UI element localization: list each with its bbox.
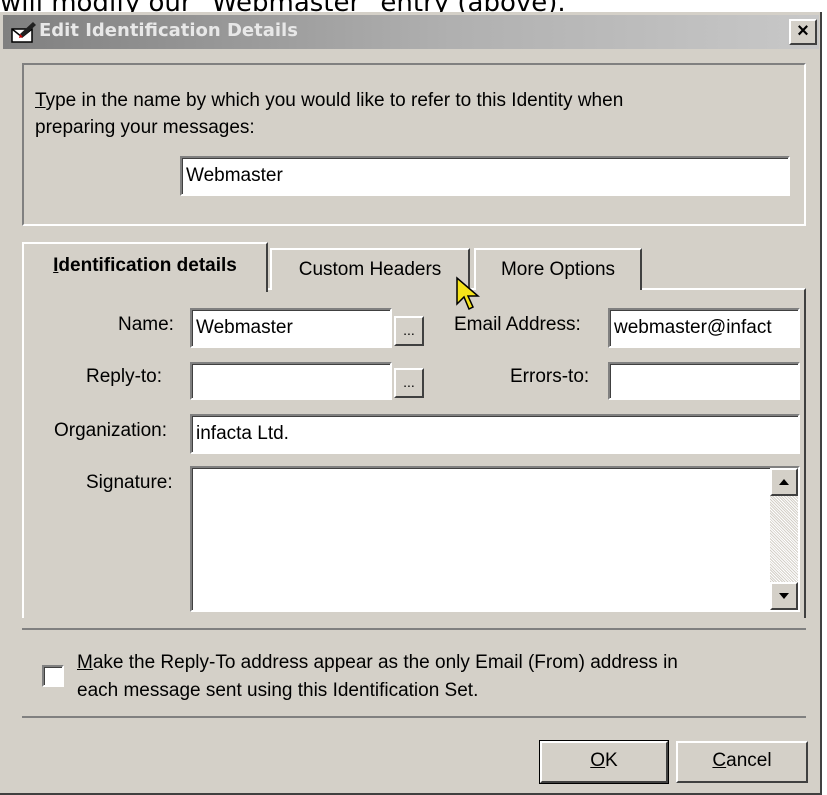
identity-prompt-line2: preparing your messages:: [35, 117, 255, 138]
ok-button[interactable]: OK: [539, 740, 669, 784]
replyto-input[interactable]: [190, 362, 392, 400]
email-input[interactable]: webmaster@infact: [608, 308, 800, 348]
arrow-up-icon: [779, 479, 789, 485]
signature-label: Signature:: [86, 472, 173, 493]
errorsto-input[interactable]: [608, 362, 800, 400]
replyto-label: Reply-to:: [86, 366, 163, 387]
errorsto-label: Errors-to:: [510, 366, 590, 387]
identity-prompt-line1: Type in the name by which you would like…: [35, 90, 624, 111]
close-button[interactable]: ×: [789, 19, 817, 45]
scroll-down-button[interactable]: [770, 582, 798, 610]
name-browse-button[interactable]: ...: [394, 316, 424, 346]
email-label: Email Address:: [454, 314, 581, 335]
identity-name-input[interactable]: Webmaster: [180, 156, 790, 196]
window-title: Edit Identification Details: [39, 20, 298, 41]
checkbox-label-line2[interactable]: each message sent using this Identificat…: [77, 680, 478, 702]
mouse-pointer-icon: [455, 276, 481, 312]
scroll-up-button[interactable]: [770, 468, 798, 496]
name-input[interactable]: Webmaster: [190, 308, 392, 348]
tab-custom-headers[interactable]: Custom Headers: [270, 248, 470, 290]
close-icon: ×: [797, 20, 809, 42]
arrow-down-icon: [779, 593, 789, 599]
reply-to-only-checkbox[interactable]: [42, 665, 64, 687]
tab-more-options[interactable]: More Options: [474, 248, 642, 290]
title-bar[interactable]: Edit Identification Details ×: [3, 15, 819, 49]
cancel-button[interactable]: Cancel: [676, 741, 808, 783]
organization-label: Organization:: [54, 420, 168, 441]
checkbox-label-line1[interactable]: Make the Reply-To address appear as the …: [77, 652, 678, 674]
replyto-browse-button[interactable]: ...: [394, 368, 424, 398]
identity-group: [22, 63, 806, 226]
name-label: Name:: [118, 314, 174, 335]
organization-input[interactable]: infacta Ltd.: [190, 414, 800, 454]
signature-textarea[interactable]: [190, 466, 800, 612]
tab-identification-details[interactable]: Identification details: [22, 242, 268, 292]
envelope-pen-icon: [11, 20, 37, 44]
